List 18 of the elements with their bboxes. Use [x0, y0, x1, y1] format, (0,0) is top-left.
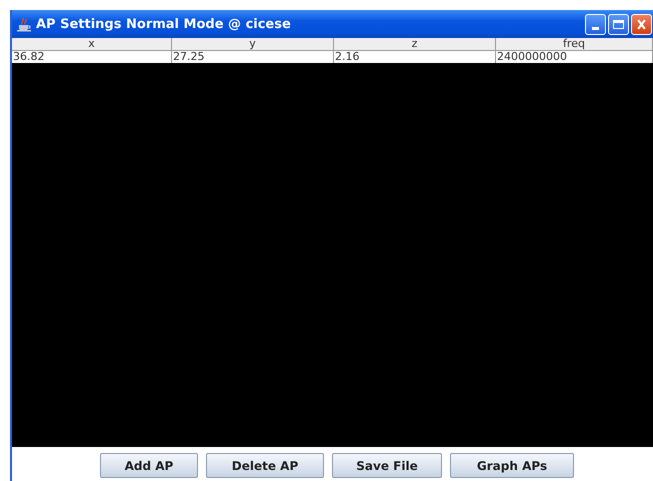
column-header[interactable]: freq — [496, 38, 653, 51]
action-button[interactable]: Add AP — [100, 453, 198, 478]
cup-icon — [16, 16, 32, 32]
column-header[interactable]: y — [172, 38, 334, 51]
table-cell[interactable]: 36.82 — [12, 51, 172, 63]
close-button[interactable] — [631, 14, 652, 34]
window-title: AP Settings Normal Mode @ cicese — [36, 16, 291, 32]
action-button[interactable]: Save File — [332, 453, 442, 478]
column-header[interactable]: z — [334, 38, 496, 51]
action-button[interactable]: Graph APs — [450, 453, 574, 478]
action-button[interactable]: Delete AP — [206, 453, 324, 478]
table-cell[interactable]: 2400000000 — [496, 51, 653, 63]
table-cell[interactable]: 2.16 — [334, 51, 496, 63]
close-icon — [636, 18, 647, 30]
column-header[interactable]: x — [12, 38, 172, 51]
minimize-button[interactable] — [585, 14, 606, 34]
table-cell[interactable]: 27.25 — [172, 51, 334, 63]
maximize-button[interactable] — [608, 14, 629, 34]
